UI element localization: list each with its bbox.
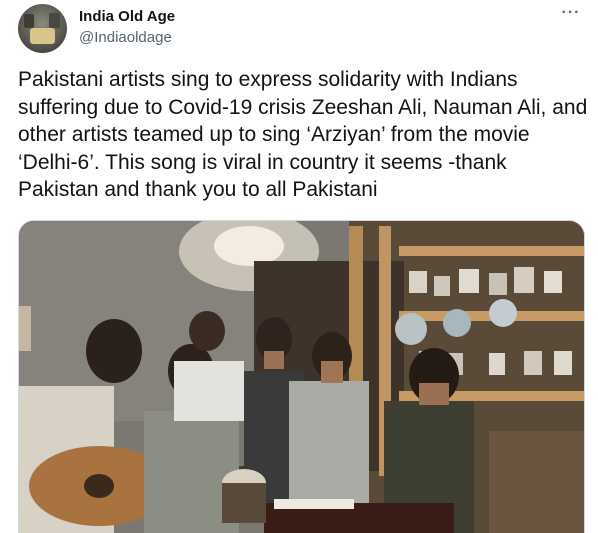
profile-avatar[interactable] (18, 4, 67, 53)
user-handle[interactable]: @Indiaoldage (79, 29, 172, 46)
avatar-shape (30, 28, 55, 44)
tweet-text: Pakistani artists sing to express solida… (18, 68, 588, 201)
display-name[interactable]: India Old Age (79, 8, 175, 25)
avatar-shape (24, 14, 34, 28)
video-frame-image (19, 221, 584, 533)
more-options-icon[interactable]: ··· (558, 5, 584, 26)
avatar-shape (49, 13, 60, 28)
tweet-media-video[interactable] (18, 220, 585, 533)
tweet-card[interactable]: India Old Age @Indiaoldage ··· Pakistani… (0, 0, 598, 533)
